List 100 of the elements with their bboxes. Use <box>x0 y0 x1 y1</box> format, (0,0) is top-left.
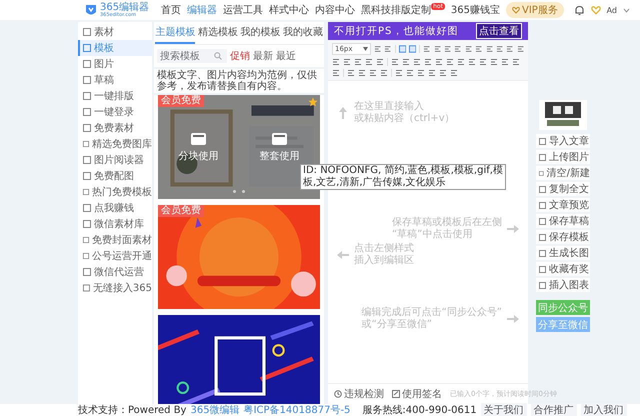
format-icon[interactable] <box>446 58 454 66</box>
nav-link[interactable]: 黑科技排版定制 <box>361 3 432 17</box>
format-icon[interactable] <box>454 45 462 53</box>
filter-button[interactable]: 最新 <box>253 49 273 63</box>
format-icon[interactable] <box>332 58 340 66</box>
format-icon[interactable] <box>457 58 465 66</box>
nav-link[interactable]: 样式中心 <box>269 3 310 17</box>
nav-link[interactable]: 内容中心 <box>315 3 356 17</box>
tab[interactable]: 主题模板 <box>155 22 196 44</box>
filter-button[interactable]: 最近 <box>276 49 296 63</box>
sidebar-item[interactable]: 点我赚钱 <box>78 200 152 216</box>
format-icon[interactable] <box>486 45 493 53</box>
action-button[interactable]: 上传图片 <box>536 150 590 164</box>
format-icon[interactable] <box>423 45 431 53</box>
support-link[interactable]: 365微编辑 <box>190 403 240 416</box>
action-button[interactable]: 文章预览 <box>536 198 590 212</box>
format-icon[interactable] <box>380 69 388 77</box>
nav-link[interactable]: 365赚钱宝 <box>450 3 500 17</box>
chevron-down-icon[interactable] <box>623 8 630 12</box>
action-button[interactable]: 生成长图 <box>536 246 590 260</box>
format-icon[interactable] <box>435 58 443 66</box>
format-icon[interactable] <box>347 69 355 77</box>
format-icon[interactable] <box>468 58 476 66</box>
format-icon[interactable] <box>424 58 432 66</box>
sidebar-item[interactable]: 草稿 <box>78 72 152 88</box>
format-icon[interactable] <box>376 58 384 66</box>
nav-link[interactable]: 编辑器 <box>187 3 218 17</box>
sidebar-item[interactable]: 免费素材 <box>78 120 152 136</box>
tab[interactable]: 我的模板 <box>240 22 280 44</box>
format-icon[interactable] <box>444 45 452 53</box>
view-button[interactable]: 点击查看 <box>476 23 522 39</box>
promo-banner[interactable]: 不用打开PS，也能做好图 点击查看 <box>328 22 528 40</box>
format-icon[interactable] <box>365 58 373 66</box>
format-icon[interactable] <box>434 45 442 53</box>
bell-icon[interactable] <box>574 4 585 16</box>
format-icon[interactable] <box>439 69 447 77</box>
nav-link[interactable]: 运营工具 <box>223 3 264 17</box>
sidebar-item[interactable]: 素材 <box>78 24 152 40</box>
use-button[interactable]: 整套使用 <box>260 132 300 162</box>
action-button[interactable]: 插入图表 <box>536 278 590 292</box>
format-icon[interactable] <box>406 69 414 77</box>
format-icon[interactable] <box>450 69 458 77</box>
filter-button[interactable]: 促销 <box>230 49 250 63</box>
signature-button[interactable]: 使用签名 <box>392 387 442 401</box>
icp-link[interactable]: 粤ICP备14018877号-5 <box>244 403 350 416</box>
format-icon[interactable] <box>369 69 377 77</box>
sidebar-item[interactable]: 免费封面素材 <box>78 232 152 248</box>
sidebar-item[interactable]: 一键登录 <box>78 104 152 120</box>
tab[interactable]: 我的收藏 <box>282 22 323 44</box>
format-icon[interactable] <box>490 58 498 66</box>
format-icon[interactable] <box>413 58 421 66</box>
square-icon <box>539 138 546 144</box>
action-button[interactable]: 复制全文 <box>536 182 590 196</box>
format-icon[interactable] <box>402 58 410 66</box>
sidebar-item[interactable]: 精选免费图库 <box>78 136 152 152</box>
footer-button[interactable]: 关于我们 <box>480 403 527 416</box>
format-icon[interactable] <box>496 45 504 53</box>
sidebar-item[interactable]: 图片 <box>78 56 152 72</box>
format-icon[interactable] <box>417 69 425 77</box>
format-icon[interactable] <box>506 45 514 53</box>
action-button[interactable]: 清空/新建 <box>536 166 590 180</box>
format-icon[interactable] <box>332 69 340 77</box>
vip-button[interactable]: VIP服务 <box>506 2 564 18</box>
format-icon[interactable] <box>479 58 487 66</box>
sidebar-item[interactable]: 热门免费模板 <box>78 184 152 200</box>
sidebar-item[interactable]: 无缝接入365 <box>78 280 152 296</box>
format-icon[interactable] <box>475 45 483 53</box>
format-icon[interactable] <box>516 45 524 53</box>
nav-link[interactable]: 首页 <box>161 3 182 17</box>
format-icon[interactable] <box>464 45 472 53</box>
sidebar-item[interactable]: 微信素材库 <box>78 216 152 232</box>
format-icon[interactable] <box>395 69 403 77</box>
action-button[interactable]: 导入文章 <box>536 134 590 148</box>
hint-text: 保存草稿或模板后在左侧 “草稿”中点击使用 <box>392 217 502 241</box>
carousel-dot[interactable] <box>233 190 236 193</box>
sidebar-item[interactable]: 公号运营开通 <box>78 248 152 264</box>
format-icon[interactable] <box>428 69 436 77</box>
sidebar-item[interactable]: 一键排版 <box>78 88 152 104</box>
format-icon[interactable] <box>354 58 362 66</box>
footer-button[interactable]: 加入我们 <box>580 403 627 416</box>
check-button[interactable]: 违规检测 <box>334 387 384 401</box>
format-icon[interactable] <box>391 58 399 66</box>
format-icon[interactable] <box>501 58 509 66</box>
tab[interactable]: 精选模板 <box>198 22 238 44</box>
sidebar-item[interactable]: 微信代运营 <box>78 264 152 280</box>
star-icon[interactable] <box>308 97 318 107</box>
format-icon[interactable] <box>358 69 366 77</box>
user-name[interactable]: Ad <box>606 6 617 14</box>
format-icon[interactable] <box>512 58 520 66</box>
action-button[interactable]: 保存草稿 <box>536 214 590 228</box>
format-icon[interactable] <box>343 58 351 66</box>
format-icon[interactable] <box>384 45 392 53</box>
action-button[interactable]: 保存模板 <box>536 230 590 244</box>
carousel-dot[interactable] <box>242 190 245 193</box>
sidebar-item[interactable]: 免费配图 <box>78 168 152 184</box>
sidebar-item[interactable]: 图片阅读器 <box>78 152 152 168</box>
footer-button[interactable]: 合作推广 <box>530 403 577 416</box>
format-icon[interactable] <box>374 45 382 53</box>
action-button[interactable]: 收藏有奖 <box>536 262 590 276</box>
search-field[interactable]: 搜索模板 <box>157 49 227 63</box>
